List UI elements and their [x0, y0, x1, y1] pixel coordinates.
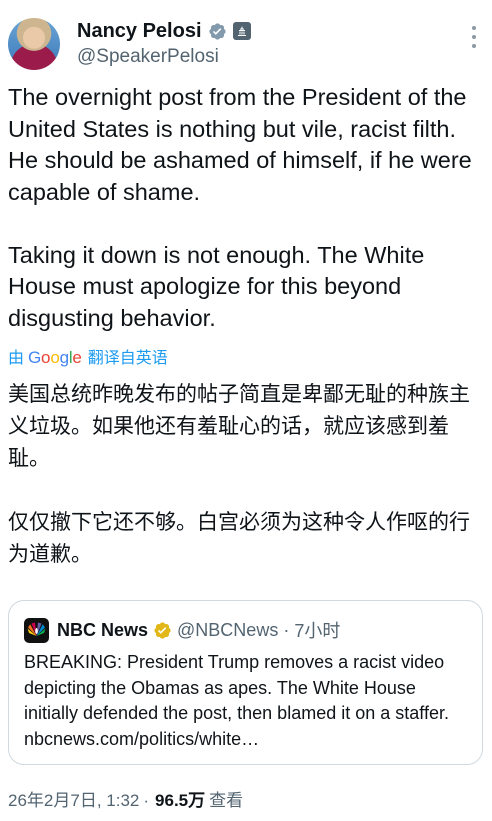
verified-badge-icon[interactable]: [208, 22, 227, 41]
translated-paragraph: 仅仅撤下它还不够。白宫必须为这种令人作呕的行为道歉。: [8, 510, 470, 566]
tweet-header: Nancy Pelosi @SpeakerPelosi: [8, 14, 484, 74]
translate-suffix: 翻译自英语: [87, 350, 168, 367]
more-dot: [472, 35, 476, 39]
more-options-icon[interactable]: [470, 26, 478, 48]
views-label: 查看: [209, 791, 244, 810]
nbc-peacock-icon: [24, 617, 49, 643]
tweet-paragraph: The overnight post from the President of…: [8, 84, 472, 205]
avatar[interactable]: [8, 18, 60, 70]
quoted-tweet-time[interactable]: 7小时: [294, 617, 340, 643]
tweet-timestamp[interactable]: 26年2月7日, 1:32: [8, 786, 139, 811]
google-logo: Google: [28, 348, 82, 367]
name-row: Nancy Pelosi: [77, 18, 251, 44]
tweet-paragraph: Taking it down is not enough. The White …: [8, 241, 425, 331]
capitol-glyph-icon: [237, 26, 246, 36]
peacock-glyph-icon: [27, 622, 46, 636]
quoted-tweet[interactable]: NBC News @NBCNews · 7小时 BREAKING: Presid…: [8, 600, 483, 765]
quoted-author-name[interactable]: NBC News: [57, 620, 148, 641]
author-handle[interactable]: @SpeakerPelosi: [77, 46, 251, 68]
translated-paragraph: 美国总统昨晚发布的帖子简直是卑鄙无耻的种族主义垃圾。如果他还有羞耻心的话，就应该…: [8, 382, 470, 470]
quoted-tweet-header: NBC News @NBCNews · 7小时: [24, 617, 340, 643]
quoted-author-handle[interactable]: @NBCNews: [177, 620, 278, 641]
translate-attribution[interactable]: 由 Google 翻译自英语: [8, 344, 168, 368]
footer-separator: ·: [143, 791, 150, 810]
author-display-name[interactable]: Nancy Pelosi: [77, 20, 202, 43]
translate-prefix: 由: [8, 350, 25, 367]
tweet-footer: 26年2月7日, 1:32 · 96.5万 查看: [8, 786, 243, 811]
author-info: Nancy Pelosi @SpeakerPelosi: [77, 18, 251, 68]
translated-text: 美国总统昨晚发布的帖子简直是卑鄙无耻的种族主义垃圾。如果他还有羞耻心的话，就应该…: [8, 378, 484, 570]
more-dot: [472, 26, 476, 30]
capitol-icon[interactable]: [232, 22, 251, 40]
quoted-tweet-text: BREAKING: President Trump removes a raci…: [24, 652, 449, 749]
more-dot: [472, 44, 476, 48]
view-count: 96.5万: [155, 791, 206, 810]
meta-separator: ·: [283, 619, 290, 640]
tweet-text: The overnight post from the President of…: [8, 82, 484, 334]
verified-org-badge-icon: [154, 621, 171, 639]
